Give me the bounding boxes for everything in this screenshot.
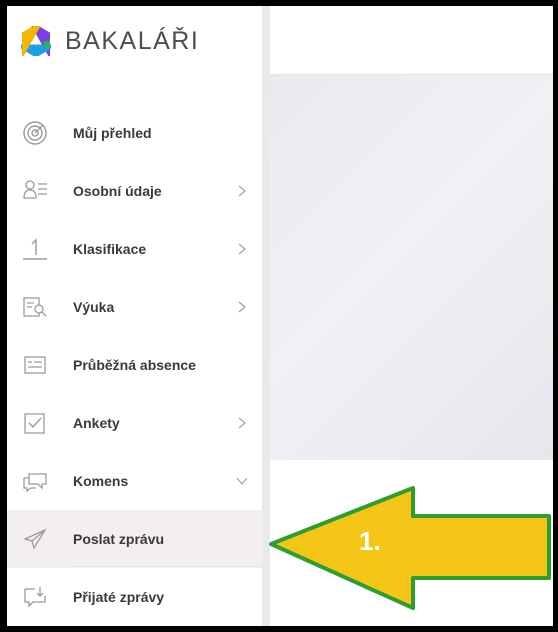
main-content: [270, 75, 553, 460]
sidebar-item-vyuka[interactable]: Výuka: [7, 278, 262, 336]
chevron-right-icon: [235, 184, 249, 198]
inbox-download-icon: [21, 583, 49, 611]
sidebar-item-label: Osobní údaje: [73, 183, 162, 199]
sidebar-item-label: Komens: [73, 473, 129, 489]
sidebar-item-prijate-zpravy[interactable]: Přijaté zprávy: [7, 568, 262, 626]
chevron-right-icon: [235, 416, 249, 430]
chat-bubbles-icon: [21, 467, 49, 495]
paper-plane-icon: [21, 525, 49, 553]
brand-name: BAKALÁŘI: [65, 26, 200, 55]
sidebar-item-poslat-zpravu[interactable]: Poslat zprávu: [7, 510, 262, 568]
sidebar-item-ankety[interactable]: Ankety: [7, 394, 262, 452]
book-search-icon: [21, 293, 49, 321]
sidebar-item-label: Ankety: [73, 415, 120, 431]
sidebar-item-label: Můj přehled: [73, 125, 152, 141]
sidebar-item-label: Klasifikace: [73, 241, 147, 257]
sidebar-item-komens[interactable]: Komens: [7, 452, 262, 510]
checkbox-icon: [21, 409, 49, 437]
target-icon: [21, 119, 49, 147]
chevron-right-icon: [235, 300, 249, 314]
chevron-down-icon: [235, 474, 249, 488]
sidebar-item-klasifikace[interactable]: Klasifikace: [7, 220, 262, 278]
sidebar: BAKALÁŘI Můj přehled Osobní údaje Klasif…: [7, 6, 262, 626]
sidebar-item-label: Průběžná absence: [73, 357, 196, 373]
brand-logo[interactable]: BAKALÁŘI: [21, 26, 199, 56]
divider: [73, 566, 262, 567]
annotation-arrow: [269, 486, 551, 610]
grade-one-icon: [21, 235, 49, 263]
person-list-icon: [21, 177, 49, 205]
sidebar-item-muj-prehled[interactable]: Můj přehled: [7, 104, 262, 162]
bakalari-logo-icon: [21, 26, 51, 56]
sidebar-item-osobni-udaje[interactable]: Osobní údaje: [7, 162, 262, 220]
sidebar-item-label: Poslat zprávu: [73, 531, 165, 547]
app-window: BAKALÁŘI Můj přehled Osobní údaje Klasif…: [7, 6, 553, 626]
sidebar-item-label: Výuka: [73, 299, 115, 315]
sidebar-item-label: Přijaté zprávy: [73, 589, 165, 605]
annotation-step-label: 1.: [359, 526, 381, 556]
chevron-right-icon: [235, 242, 249, 256]
absence-card-icon: [21, 351, 49, 379]
sidebar-item-prubezna-absence[interactable]: Průběžná absence: [7, 336, 262, 394]
main-header: [270, 6, 553, 75]
